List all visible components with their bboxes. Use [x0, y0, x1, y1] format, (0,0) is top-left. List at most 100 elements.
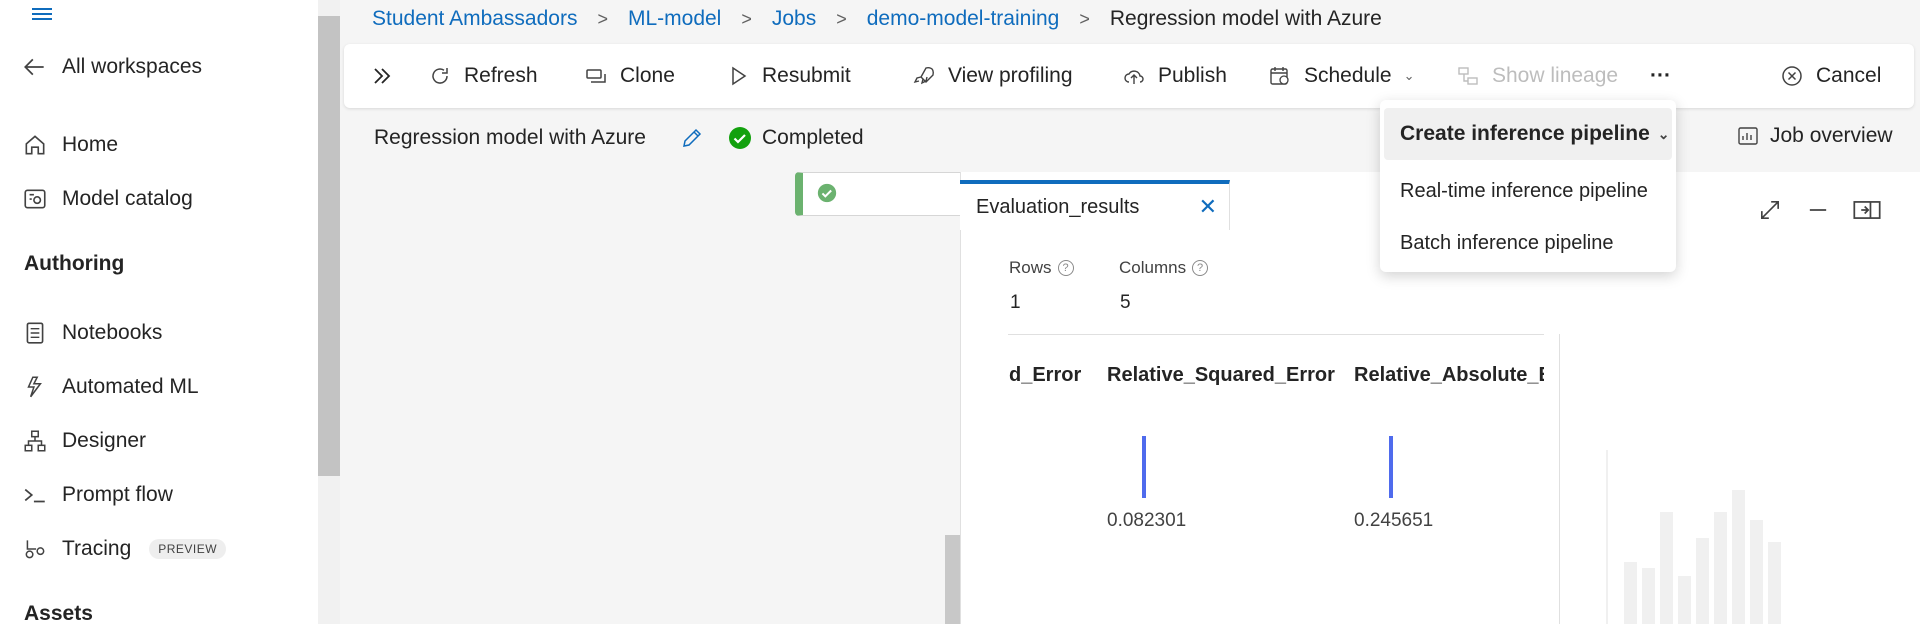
columns-label-text: Columns	[1119, 258, 1187, 277]
canvas-scrollbar[interactable]	[945, 535, 960, 624]
histogram-placeholder	[1606, 450, 1806, 624]
prompt-flow-icon	[24, 488, 45, 503]
rows-label-text: Rows	[1009, 258, 1052, 277]
column-header[interactable]: d_Error	[1009, 364, 1101, 387]
menu-item-real-time-inference-pipeline[interactable]: Real-time inference pipeline	[1400, 180, 1648, 203]
status-text: Completed	[762, 126, 864, 149]
expand-icon[interactable]	[1756, 196, 1784, 224]
arrow-left-icon	[24, 58, 44, 76]
column-value: 0.082301	[1107, 510, 1187, 531]
breadcrumb-ml-model[interactable]: ML-model	[628, 7, 721, 31]
view-profiling-label: View profiling	[948, 64, 1073, 87]
publish-button[interactable]: Publish	[1122, 44, 1227, 108]
resubmit-button[interactable]: Resubmit	[726, 44, 851, 108]
job-overview-button[interactable]: Job overview	[1736, 124, 1893, 148]
cancel-circle-icon	[1782, 66, 1802, 86]
breadcrumb-student-ambassadors[interactable]: Student Ambassadors	[372, 7, 577, 31]
pipeline-node[interactable]	[795, 172, 965, 216]
breadcrumb-demo-model-training[interactable]: demo-model-training	[867, 7, 1060, 31]
column-header[interactable]: Relative_Squared_Error	[1107, 364, 1337, 387]
home-icon	[25, 135, 45, 155]
schedule-button[interactable]: Schedule ⌄	[1268, 44, 1414, 108]
clone-button[interactable]: Clone	[584, 44, 675, 108]
check-circle-icon	[817, 183, 837, 203]
sidebar-item-automated-ml[interactable]: Automated ML	[22, 374, 199, 400]
sidebar-item-label: Designer	[62, 429, 147, 452]
create-inference-pipeline-label: Create inference pipeline	[1400, 122, 1650, 145]
breadcrumb-jobs[interactable]: Jobs	[772, 7, 816, 31]
cancel-label: Cancel	[1816, 64, 1882, 87]
columns-label: Columns ?	[1119, 258, 1209, 278]
column-value: 0.245651	[1354, 510, 1434, 531]
show-lineage-button[interactable]: Show lineage	[1456, 44, 1618, 108]
chevron-right-icon: >	[597, 8, 608, 29]
close-icon[interactable]: ✕	[1199, 194, 1217, 220]
cloud-upload-icon	[1124, 70, 1144, 84]
sidebar-item-label: Model catalog	[62, 187, 193, 210]
divider	[1559, 334, 1560, 624]
create-inference-pipeline-button[interactable]: Create inference pipeline ⌄	[1384, 108, 1672, 160]
automated-ml-icon	[27, 376, 42, 398]
expand-button[interactable]	[370, 44, 394, 108]
sidebar-item-label: Notebooks	[62, 321, 163, 344]
dock-panel-icon[interactable]	[1852, 196, 1881, 224]
chevron-right-icon: >	[741, 8, 752, 29]
resubmit-label: Resubmit	[762, 64, 851, 87]
sidebar-item-notebooks[interactable]: Notebooks	[22, 320, 162, 346]
view-profiling-button[interactable]: View profiling	[912, 44, 1073, 108]
breadcrumb: Student Ambassadors > ML-model > Jobs > …	[372, 4, 1382, 34]
tracing-icon	[25, 540, 45, 559]
sidebar-item-label: Prompt flow	[62, 483, 173, 506]
job-title: Regression model with Azure	[374, 126, 646, 149]
sidebar-item-label: Tracing	[62, 537, 132, 560]
info-icon[interactable]: ?	[1057, 260, 1074, 276]
clone-label: Clone	[620, 64, 675, 87]
all-workspaces-link[interactable]: All workspaces	[22, 54, 202, 80]
sidebar-scrollbar-thumb[interactable]	[318, 16, 340, 476]
sidebar-item-designer[interactable]: Designer	[22, 428, 146, 454]
sidebar-item-label: Automated ML	[62, 375, 199, 398]
model-catalog-icon	[24, 189, 46, 209]
sidebar-item-tracing[interactable]: Tracing PREVIEW	[22, 536, 227, 562]
column-header[interactable]: Relative_Absolute_Error	[1354, 364, 1544, 387]
chevron-right-icon: >	[836, 8, 847, 29]
show-lineage-label: Show lineage	[1492, 64, 1619, 87]
status-indicator: Completed	[728, 126, 864, 150]
sidebar-item-model-catalog[interactable]: Model catalog	[22, 186, 193, 212]
menu-item-batch-inference-pipeline[interactable]: Batch inference pipeline	[1400, 232, 1613, 255]
chevron-right-icon: >	[1079, 8, 1090, 29]
edit-pencil-icon[interactable]	[680, 126, 704, 155]
tab-evaluation-results[interactable]: Evaluation_results ✕	[960, 180, 1230, 230]
sidebar-item-label: Home	[62, 133, 119, 156]
assets-heading: Assets	[24, 602, 93, 625]
all-workspaces-label: All workspaces	[62, 55, 203, 78]
info-icon[interactable]: ?	[1192, 260, 1209, 276]
publish-label: Publish	[1158, 64, 1227, 87]
preview-badge: PREVIEW	[149, 539, 227, 559]
calendar-clock-icon	[1270, 67, 1289, 85]
divider	[1008, 334, 1544, 335]
toolbar: Refresh Clone Resubmit View profiling Pu…	[344, 44, 1914, 108]
pipeline-canvas[interactable]	[344, 172, 960, 624]
sidebar: All workspaces Home Model catalog Author…	[0, 0, 318, 625]
refresh-button[interactable]: Refresh	[428, 44, 538, 108]
breadcrumb-current: Regression model with Azure	[1109, 7, 1382, 30]
check-circle-icon	[729, 127, 751, 149]
clone-icon	[586, 69, 606, 83]
sidebar-item-prompt-flow[interactable]: Prompt flow	[22, 482, 173, 508]
sidebar-item-home[interactable]: Home	[22, 132, 118, 158]
rocket-icon	[913, 67, 934, 85]
cancel-button[interactable]: Cancel	[1780, 44, 1881, 108]
refresh-icon	[432, 68, 448, 84]
value-bar	[1389, 436, 1393, 498]
more-icon: ···	[1650, 64, 1671, 87]
chevron-down-icon: ⌄	[1403, 68, 1415, 83]
job-overview-label: Job overview	[1770, 124, 1893, 147]
play-icon	[732, 66, 747, 86]
hamburger-menu-icon[interactable]	[30, 6, 54, 22]
minimize-icon[interactable]	[1804, 196, 1832, 224]
more-options-button[interactable]: ···	[1650, 44, 1671, 108]
tab-label: Evaluation_results	[976, 195, 1140, 218]
schedule-label: Schedule	[1304, 64, 1392, 87]
chart-icon	[1738, 127, 1758, 145]
